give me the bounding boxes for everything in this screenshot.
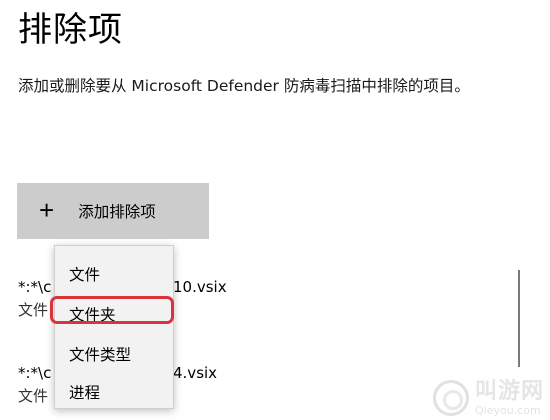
exclusion-path-suffix: 4.vsix: [173, 364, 218, 382]
watermark-text-en: Qieyou.com: [474, 403, 541, 417]
exclusion-path-suffix: 10.vsix: [173, 278, 227, 296]
exclusion-path: *:*\c 4.vsix: [18, 364, 217, 382]
scrollbar[interactable]: [518, 270, 520, 367]
exclusion-type-menu: 文件 文件夹 文件类型 进程: [50, 245, 174, 409]
menu-item-process[interactable]: 进程: [69, 381, 100, 403]
exclusion-item[interactable]: *:*\c 4.vsix 文件: [18, 364, 217, 405]
add-exclusion-label: 添加排除项: [78, 204, 156, 221]
watermark-logo-icon: [432, 380, 469, 416]
watermark-text-cn: 叫游网: [474, 378, 544, 404]
watermark: 叫游网 Qieyou.com: [432, 378, 544, 417]
add-exclusion-button[interactable]: + 添加排除项: [17, 183, 209, 239]
menu-item-file[interactable]: 文件: [69, 263, 100, 285]
exclusion-path-prefix: *:*\c: [18, 278, 52, 296]
exclusion-path: *:*\c 10.vsix: [18, 278, 227, 296]
plus-icon: +: [39, 194, 55, 225]
exclusion-type: 文件: [18, 387, 49, 405]
watermark-text: 叫游网 Qieyou.com: [474, 378, 544, 417]
page-description: 添加或删除要从 Microsoft Defender 防病毒扫描中排除的项目。: [18, 77, 470, 95]
exclusion-type: 文件: [18, 301, 49, 319]
menu-item-file-type[interactable]: 文件类型: [69, 343, 131, 365]
menu-item-folder[interactable]: 文件夹: [69, 303, 116, 325]
page-title: 排除项: [18, 10, 123, 50]
exclusion-item[interactable]: *:*\c 10.vsix 文件: [18, 278, 227, 319]
exclusion-path-prefix: *:*\c: [18, 364, 52, 382]
